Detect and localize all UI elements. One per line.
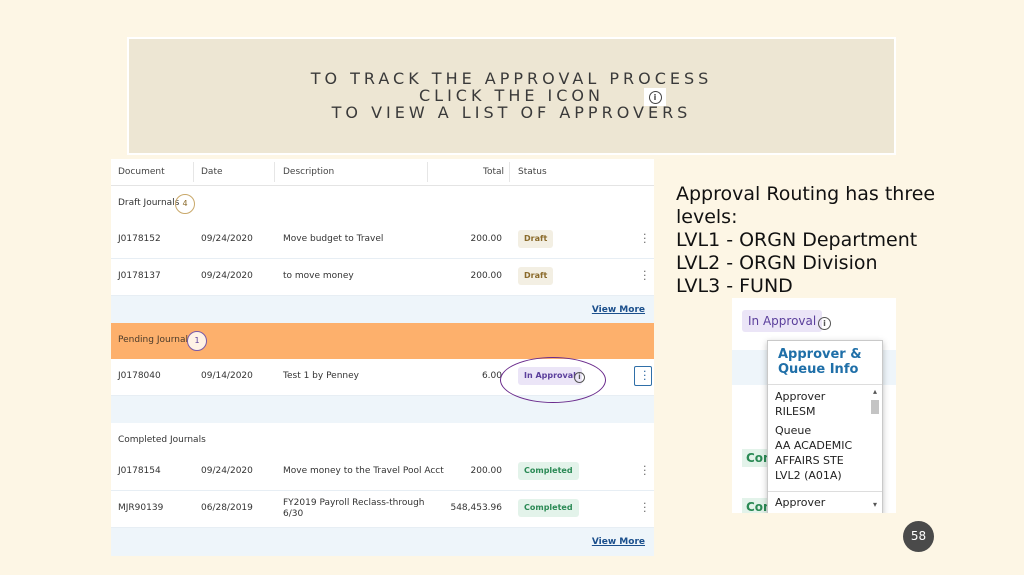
queue-value-3: LVL2 (A01A)	[775, 469, 842, 482]
completed-footer: View More	[111, 528, 654, 556]
queue-value-1: AA ACADEMIC	[775, 439, 853, 452]
routing-intro: Approval Routing has three levels:	[676, 183, 936, 228]
row-description: Test 1 by Penney	[283, 371, 359, 381]
approver-value: RILESM	[775, 405, 816, 418]
row-date: 09/14/2020	[201, 371, 253, 381]
kebab-menu-icon[interactable]: · · ·	[643, 498, 647, 517]
banner-line-3: TO VIEW A LIST OF APPROVERS	[331, 103, 692, 122]
view-more-link-completed[interactable]: View More	[592, 537, 645, 547]
row-date: 09/24/2020	[201, 466, 253, 476]
col-description[interactable]: Description	[283, 167, 334, 177]
completed-group-label: Completed Journals	[118, 435, 206, 445]
draft-footer: View More	[111, 296, 654, 323]
row-date: 09/24/2020	[201, 234, 253, 244]
table-row[interactable]: J0178152 09/24/2020 Move budget to Trave…	[111, 222, 654, 259]
popup-title: Approver & Queue Info	[778, 347, 862, 377]
scroll-thumb[interactable]	[871, 400, 879, 414]
row-description-line1: FY2019 Payroll Reclass-through	[283, 498, 425, 508]
popup-scrollbar[interactable]: ▴ ▾	[870, 387, 880, 512]
routing-text: Approval Routing has three levels: LVL1 …	[676, 183, 976, 298]
row-description: Move money to the Travel Pool Acct	[283, 466, 444, 476]
row-total: 548,453.96	[450, 503, 502, 513]
queue-label: Queue	[775, 424, 812, 437]
kebab-menu-icon[interactable]: · · ·	[643, 366, 647, 385]
row-description: to move money	[283, 271, 354, 281]
row-total: 200.00	[470, 234, 503, 244]
draft-group-label: Draft Journals	[118, 198, 180, 208]
approver-queue-popup: Approver & Queue Info Approver RILESM Qu…	[767, 340, 883, 513]
row-total: 200.00	[470, 466, 503, 476]
status-badge: Draft	[518, 230, 554, 248]
banner-info-icon-box: i	[644, 88, 666, 106]
scroll-down-icon[interactable]: ▾	[870, 500, 880, 509]
row-document: J0178152	[118, 234, 161, 244]
kebab-menu-icon[interactable]: · · ·	[643, 229, 647, 248]
kebab-menu-icon[interactable]: · · ·	[643, 266, 647, 285]
scroll-up-icon[interactable]: ▴	[870, 387, 880, 396]
approver-label: Approver	[775, 390, 826, 403]
table-header: Document Date Description Total Status	[111, 159, 654, 186]
draft-group: Draft Journals 4	[111, 186, 654, 222]
table-row[interactable]: J0178137 09/24/2020 to move money 200.00…	[111, 259, 654, 296]
status-badge: In Approval	[742, 310, 823, 332]
row-total: 6.00	[481, 371, 502, 381]
row-document: J0178040	[118, 371, 161, 381]
view-more-link-draft[interactable]: View More	[592, 305, 645, 315]
status-badge: Completed	[518, 499, 579, 517]
row-description: Move budget to Travel	[283, 234, 384, 244]
page-number: 58	[903, 521, 934, 552]
routing-level-1: LVL1 - ORGN Department	[676, 229, 918, 251]
routing-level-2: LVL2 - ORGN Division	[676, 252, 878, 274]
highlight-ellipse	[500, 357, 606, 403]
table-row[interactable]: J0178154 09/24/2020 Move money to the Tr…	[111, 454, 654, 491]
table-row[interactable]: MJR90139 06/28/2019 FY2019 Payroll Recla…	[111, 491, 654, 528]
row-date: 06/28/2019	[201, 503, 253, 513]
col-document[interactable]: Document	[118, 167, 165, 177]
row-document: J0178137	[118, 271, 161, 281]
title-banner: TO TRACK THE APPROVAL PROCESS CLICK THE …	[127, 37, 896, 155]
info-icon[interactable]: i	[818, 317, 831, 330]
pending-group: Pending Journals 1	[111, 323, 654, 359]
row-date: 09/24/2020	[201, 271, 253, 281]
row-total: 200.00	[470, 271, 503, 281]
queue-value-2: AFFAIRS STE	[775, 454, 844, 467]
row-document: MJR90139	[118, 503, 164, 513]
pending-count-badge: 1	[187, 331, 207, 351]
info-icon: i	[648, 90, 662, 104]
col-total[interactable]: Total	[483, 167, 504, 177]
row-description-line2: 6/30	[283, 509, 304, 519]
approver-popup-screenshot: In Approval i Com Com Approver & Queue I…	[732, 298, 896, 513]
row-description: FY2019 Payroll Reclass-through 6/30	[283, 498, 425, 520]
approver-list: Approver RILESM Queue AA ACADEMIC AFFAIR…	[775, 389, 865, 483]
routing-level-3: LVL3 - FUND	[676, 275, 793, 297]
row-document: J0178154	[118, 466, 161, 476]
col-status[interactable]: Status	[518, 167, 547, 177]
kebab-menu-icon[interactable]: · · ·	[643, 461, 647, 480]
pending-group-label: Pending Journals	[118, 335, 193, 345]
status-badge: Completed	[518, 462, 579, 480]
col-date[interactable]: Date	[201, 167, 223, 177]
journals-table: Document Date Description Total Status D…	[111, 159, 654, 556]
next-approver-label: Approver	[775, 496, 826, 509]
status-badge: Draft	[518, 267, 554, 285]
draft-count-badge: 4	[175, 194, 195, 214]
